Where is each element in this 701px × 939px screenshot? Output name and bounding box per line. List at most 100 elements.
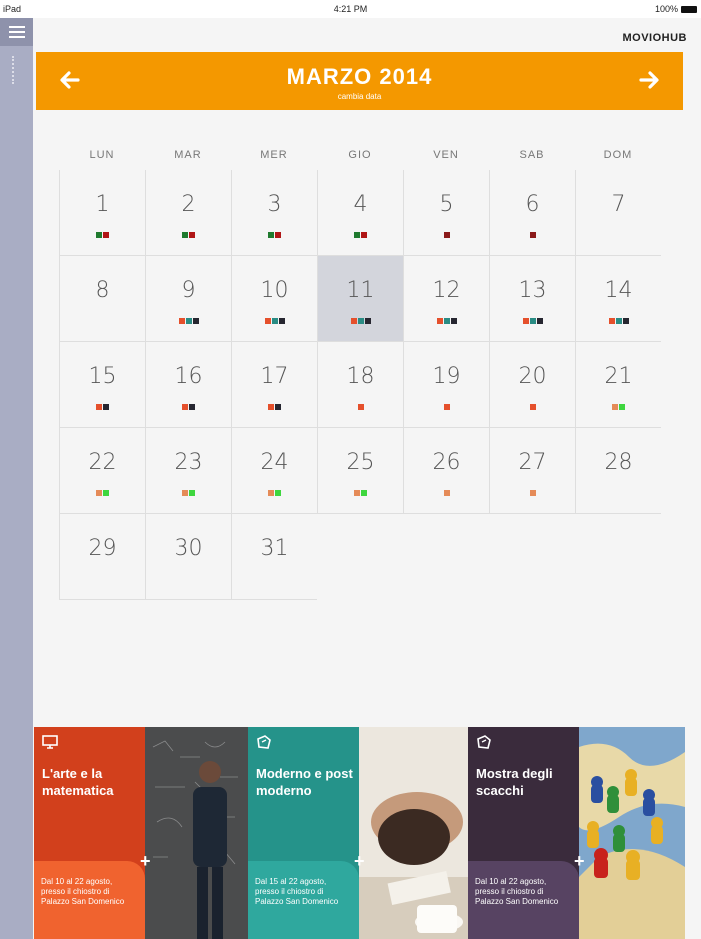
day-cell-29[interactable]: 29 (59, 514, 145, 600)
event-marker (185, 318, 192, 324)
day-cell-30[interactable]: 30 (145, 514, 231, 600)
day-cell-18[interactable]: 18 (317, 342, 403, 428)
day-cell-28[interactable]: 28 (575, 428, 661, 514)
day-number: 27 (518, 450, 547, 475)
rail-handle[interactable] (12, 56, 18, 84)
day-number: 4 (353, 192, 368, 217)
event-marker (522, 318, 529, 324)
day-cell-19[interactable]: 19 (403, 342, 489, 428)
expand-plus-icon[interactable]: + (354, 851, 365, 872)
event-markers (404, 232, 489, 238)
day-cell-7[interactable]: 7 (575, 170, 661, 256)
event-photo (145, 727, 248, 939)
day-cell-22[interactable]: 22 (59, 428, 145, 514)
weekday-label: MER (260, 149, 288, 161)
event-card[interactable]: Moderno e post moderno Dal 15 al 22 agos… (248, 727, 468, 939)
battery-percent: 100% (654, 4, 678, 14)
day-number: 29 (88, 536, 117, 561)
event-panel: Mostra degli scacchi Dal 10 al 22 agosto… (468, 727, 579, 939)
expand-plus-icon[interactable]: + (140, 851, 151, 872)
event-card[interactable]: Mostra degli scacchi Dal 10 al 22 agosto… (468, 727, 685, 939)
day-cell-23[interactable]: 23 (145, 428, 231, 514)
day-number: 9 (181, 278, 196, 303)
event-marker (529, 404, 536, 410)
calendar-week: 22 23 24 25 26 27 28 (59, 428, 662, 514)
event-marker (612, 404, 618, 410)
weekday-header: LUN MAR MER GIO VEN SAB DOM (59, 140, 662, 170)
event-marker (361, 490, 367, 496)
event-marker (350, 318, 357, 324)
day-cell-6[interactable]: 6 (489, 170, 575, 256)
event-marker (103, 404, 109, 410)
event-marker (443, 490, 450, 496)
event-markers (60, 490, 145, 496)
event-markers (404, 404, 489, 410)
day-number: 24 (260, 450, 289, 475)
day-number: 23 (174, 450, 203, 475)
change-date-link[interactable]: cambia data (36, 92, 683, 101)
day-number: 26 (432, 450, 461, 475)
day-number: 1 (95, 192, 110, 217)
day-cell-1[interactable]: 1 (59, 170, 145, 256)
calendar-week: 1 2 3 4 5 6 7 (59, 170, 662, 256)
day-cell-3[interactable]: 3 (231, 170, 317, 256)
day-cell-10[interactable]: 10 (231, 256, 317, 342)
day-cell-8[interactable]: 8 (59, 256, 145, 342)
day-number: 19 (432, 364, 461, 389)
event-markers (404, 318, 489, 324)
day-cell-21[interactable]: 21 (575, 342, 661, 428)
side-rail (0, 18, 33, 939)
day-number: 21 (604, 364, 633, 389)
event-marker (529, 232, 536, 238)
day-cell-9[interactable]: 9 (145, 256, 231, 342)
next-month-button[interactable] (629, 62, 669, 98)
day-number: 8 (95, 278, 110, 303)
calendar-weeks: 1 2 3 4 5 6 7 8 9 10 11 12 13 14 15 16 17 18 19 20 21 22 23 24 2… (59, 170, 662, 600)
day-number: 13 (518, 278, 547, 303)
day-number: 6 (525, 192, 540, 217)
event-markers (318, 490, 403, 496)
day-cell-20[interactable]: 20 (489, 342, 575, 428)
event-marker (619, 404, 625, 410)
event-card[interactable]: L'arte e la matematica Dal 10 al 22 agos… (34, 727, 248, 939)
day-number: 25 (346, 450, 375, 475)
month-title: MARZO 2014 (286, 64, 433, 89)
day-cell-5[interactable]: 5 (403, 170, 489, 256)
day-cell-26[interactable]: 26 (403, 428, 489, 514)
day-cell-24[interactable]: 24 (231, 428, 317, 514)
weekday-label: GIO (348, 149, 372, 161)
event-marker (275, 490, 281, 496)
event-marker (264, 318, 271, 324)
expand-plus-icon[interactable]: + (574, 851, 585, 872)
day-number: 22 (88, 450, 117, 475)
day-cell-16[interactable]: 16 (145, 342, 231, 428)
event-marker (271, 318, 278, 324)
day-cell-15[interactable]: 15 (59, 342, 145, 428)
event-panel: L'arte e la matematica Dal 10 al 22 agos… (34, 727, 145, 939)
day-number: 7 (611, 192, 626, 217)
day-cell-11[interactable]: 11 (317, 256, 403, 342)
day-cell-12[interactable]: 12 (403, 256, 489, 342)
weekday-label: MAR (174, 149, 202, 161)
event-markers (60, 232, 145, 238)
weekday-label: SAB (519, 149, 545, 161)
day-cell-27[interactable]: 27 (489, 428, 575, 514)
day-cell-14[interactable]: 14 (575, 256, 661, 342)
event-marker (182, 232, 188, 238)
event-marker (189, 490, 195, 496)
day-cell-2[interactable]: 2 (145, 170, 231, 256)
event-markers (576, 404, 661, 410)
event-marker (182, 490, 188, 496)
day-cell-4[interactable]: 4 (317, 170, 403, 256)
event-markers (318, 232, 403, 238)
day-cell-31[interactable]: 31 (231, 514, 317, 600)
battery-indicator: 100% (655, 4, 697, 14)
event-marker (189, 232, 195, 238)
event-marker (192, 318, 199, 324)
event-markers (232, 490, 317, 496)
day-cell-17[interactable]: 17 (231, 342, 317, 428)
day-cell-13[interactable]: 13 (489, 256, 575, 342)
day-cell-25[interactable]: 25 (317, 428, 403, 514)
menu-icon[interactable] (0, 18, 33, 46)
battery-icon (681, 5, 697, 13)
